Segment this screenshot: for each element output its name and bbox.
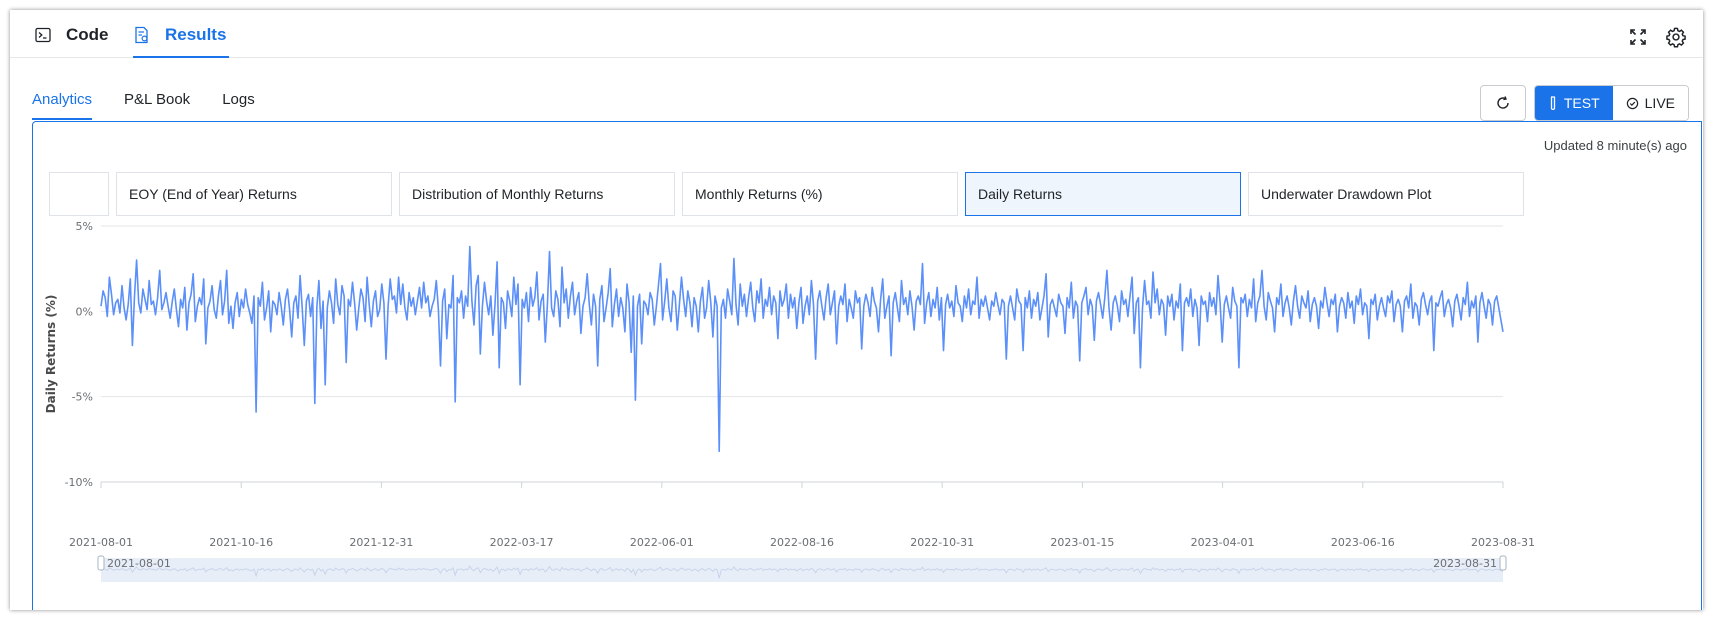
chart-tab-truncated[interactable]	[49, 172, 109, 216]
updated-timestamp: Updated 8 minute(s) ago	[1543, 138, 1687, 153]
chart-tab-label: Daily Returns	[978, 186, 1063, 202]
chart-grid	[101, 225, 1503, 483]
chart-tab-label: Underwater Drawdown Plot	[1261, 186, 1432, 202]
x-tick-label: 2021-12-31	[349, 536, 413, 549]
chart-tab-daily-returns[interactable]: Daily Returns	[965, 172, 1241, 216]
x-tick-label: 2021-10-16	[209, 536, 273, 549]
test-mode-button[interactable]: TEST	[1534, 86, 1613, 120]
tab-results[interactable]: Results	[133, 16, 230, 58]
chart-tab-underwater-drawdown[interactable]: Underwater Drawdown Plot	[1248, 172, 1524, 216]
x-tick-label: 2023-06-16	[1331, 536, 1395, 549]
slider-start-label: 2021-08-01	[107, 557, 171, 570]
tab-pl-book[interactable]: P&L Book	[124, 80, 190, 120]
tab-code-label: Code	[66, 25, 109, 44]
y-axis-label: Daily Returns (%)	[44, 295, 58, 414]
series-line-daily-returns	[100, 245, 1504, 453]
slider-handle-start[interactable]	[97, 555, 105, 571]
chart-tab-monthly-returns[interactable]: Monthly Returns (%)	[682, 172, 958, 216]
x-tick-label: 2022-10-31	[910, 536, 974, 549]
date-range-slider[interactable]: 2021-08-01 2023-08-31	[97, 555, 1507, 582]
slider-handle-end[interactable]	[1499, 555, 1507, 571]
chart-tab-label: Distribution of Monthly Returns	[412, 186, 604, 202]
chart-tab-label: EOY (End of Year) Returns	[129, 186, 297, 202]
report-icon	[133, 26, 151, 44]
x-tick-label: 2021-08-01	[69, 536, 133, 549]
tab-analytics[interactable]: Analytics	[32, 80, 93, 120]
x-tick-label: 2022-03-17	[490, 536, 554, 549]
y-axis-ticks: 5% 0% -5% -10%	[65, 222, 93, 489]
tab-code[interactable]: Code	[34, 16, 109, 58]
live-mode-button[interactable]: LIVE	[1612, 86, 1688, 120]
gear-icon[interactable]	[1663, 24, 1689, 50]
slider-end-label: 2023-08-31	[1433, 557, 1497, 570]
test-mode-label: TEST	[1563, 95, 1600, 111]
y-tick-label: 0%	[76, 305, 93, 318]
live-mode-label: LIVE	[1644, 95, 1675, 111]
x-tick-label: 2023-01-15	[1050, 536, 1114, 549]
chart-tab-label: Monthly Returns (%)	[695, 186, 823, 202]
refresh-button[interactable]	[1479, 85, 1526, 121]
daily-returns-chart[interactable]: 5% 0% -5% -10% 2021-08-01 2021-10-16 2021-12-…	[33, 222, 1701, 582]
y-tick-label: 5%	[76, 222, 93, 233]
x-axis-ticks: 2021-08-01 2021-10-16 2021-12-31 2022-03-17…	[69, 482, 1535, 549]
chart-tab-eoy-returns[interactable]: EOY (End of Year) Returns	[116, 172, 392, 216]
x-tick-label: 2023-04-01	[1191, 536, 1255, 549]
top-tab-bar: Code Results	[10, 10, 1703, 58]
x-tick-label: 2022-08-16	[770, 536, 834, 549]
check-circle-icon	[1626, 97, 1638, 109]
flask-icon	[1550, 96, 1556, 110]
expand-icon[interactable]	[1625, 24, 1651, 50]
series-group	[100, 245, 1504, 453]
mode-toggle: TEST LIVE	[1533, 85, 1689, 121]
y-tick-label: -10%	[65, 476, 93, 489]
chart-tab-monthly-distribution[interactable]: Distribution of Monthly Returns	[399, 172, 675, 216]
analytics-panel: Updated 8 minute(s) ago EOY (End of Year…	[32, 121, 1702, 610]
x-tick-label: 2023-08-31	[1471, 536, 1535, 549]
refresh-icon	[1497, 96, 1509, 109]
x-tick-label: 2022-06-01	[630, 536, 694, 549]
y-tick-label: -5%	[72, 391, 93, 404]
mode-toolbar: TEST LIVE	[1479, 85, 1689, 121]
analytics-subtabs: Analytics P&L Book Logs	[32, 80, 287, 122]
tab-logs[interactable]: Logs	[222, 80, 255, 120]
app-window: Code Results Analytics P&L Book Logs TES…	[10, 10, 1703, 610]
terminal-icon	[34, 26, 52, 44]
tab-results-label: Results	[165, 25, 227, 44]
